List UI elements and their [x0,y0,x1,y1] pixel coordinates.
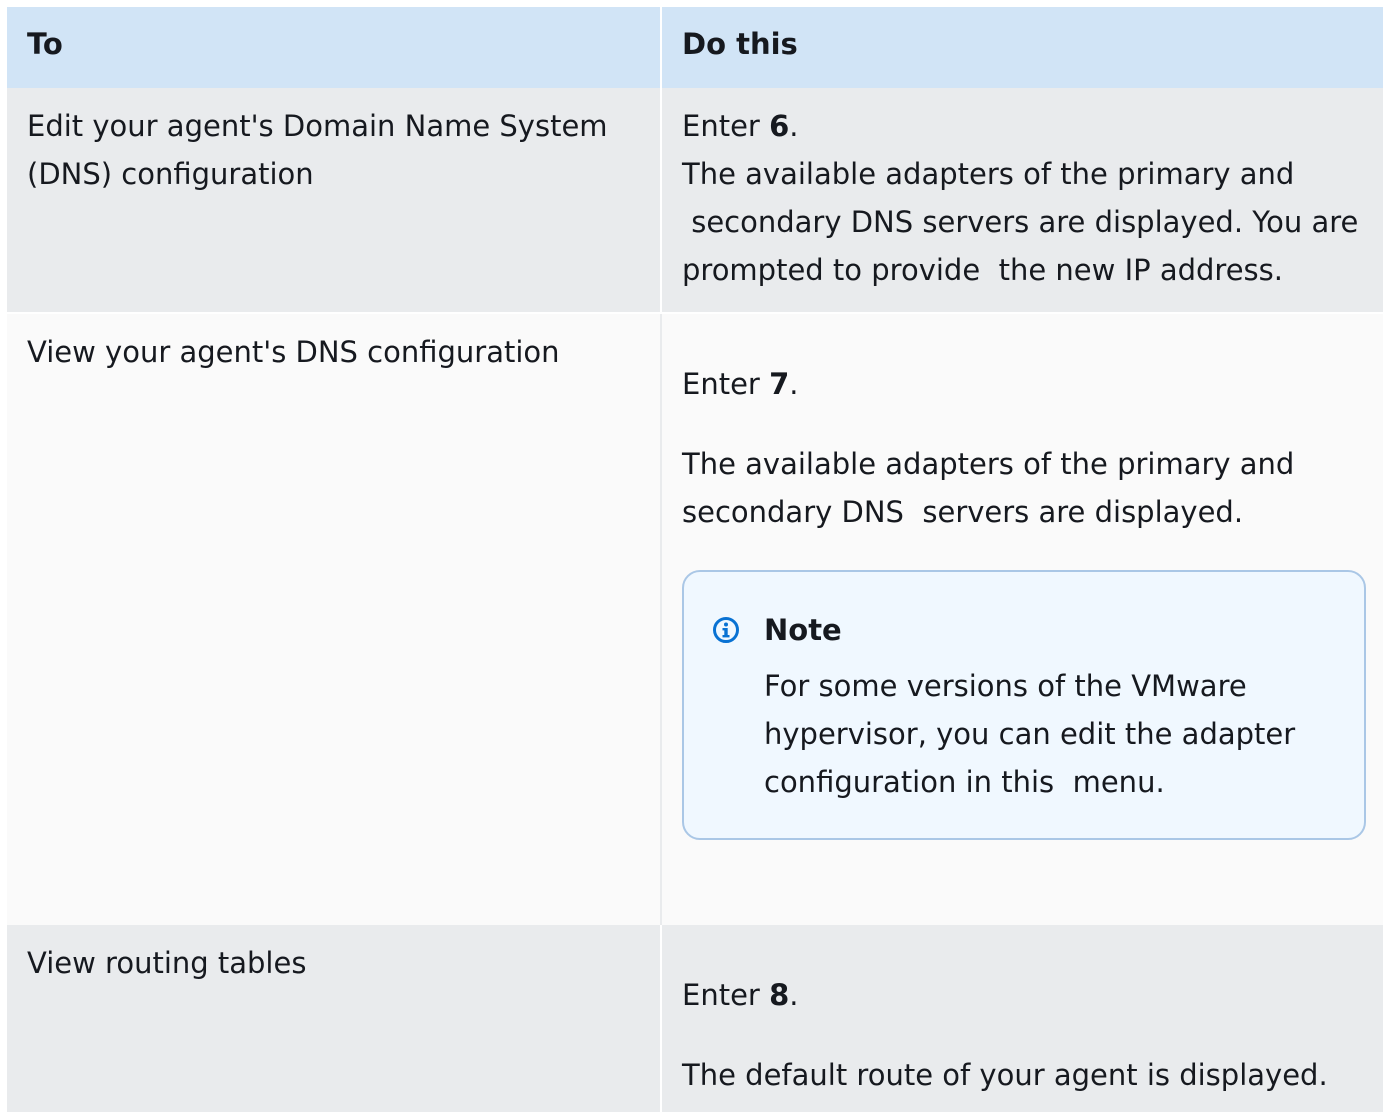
cell-do-this: Enter 6. The available adapters of the p… [661,88,1383,314]
note-line: For some versions of the VMware [764,669,1247,703]
menu-key: 8 [769,978,790,1012]
description-line: secondary DNS servers are displayed. You… [682,205,1359,239]
note-body: For some versions of the VMware hypervis… [764,662,1344,806]
cell-do-this: Enter 7. The available adapters of the p… [661,313,1383,925]
table-header-row: To Do this [7,7,1383,88]
description-line: The available adapters of the primary an… [682,157,1295,191]
table-row: View routing tables Enter 8. The default… [7,925,1383,1112]
note-callout: Note For some versions of the VMware hyp… [682,570,1366,840]
enter-instruction: Enter 7. [682,367,799,401]
enter-instruction: Enter 8. [682,978,799,1012]
description-line: The available adapters of the primary an… [682,447,1295,481]
description-line: The default route of your agent is displ… [682,1058,1328,1092]
description-line: prompted to provide the new IP address. [682,253,1283,287]
column-header-to: To [7,7,662,88]
note-line: configuration in this menu. [764,765,1165,799]
enter-instruction: Enter 6. [682,109,799,143]
network-options-table: To Do this Edit your agent's Domain Name… [7,7,1383,1112]
table-row: Edit your agent's Domain Name System (DN… [7,88,1383,314]
task-text: View your agent's DNS configuration [27,335,560,369]
column-header-do-this: Do this [661,7,1383,88]
cell-to: View your agent's DNS configuration [7,313,662,925]
note-title: Note [764,613,842,647]
task-text: View routing tables [27,946,307,980]
document-page: To Do this Edit your agent's Domain Name… [0,0,1383,1112]
table-row: View your agent's DNS configuration Ente… [7,313,1383,925]
description-line: secondary DNS servers are displayed. [682,495,1244,529]
task-text: Edit your agent's Domain Name System (DN… [27,109,608,191]
note-header: Note [712,606,1344,654]
menu-key: 6 [769,109,790,143]
info-icon [713,617,739,643]
cell-do-this: Enter 8. The default route of your agent… [661,925,1383,1112]
note-line: hypervisor, you can edit the adapter [764,717,1296,751]
menu-key: 7 [769,367,790,401]
cell-to: Edit your agent's Domain Name System (DN… [7,88,662,314]
cell-to: View routing tables [7,925,662,1112]
